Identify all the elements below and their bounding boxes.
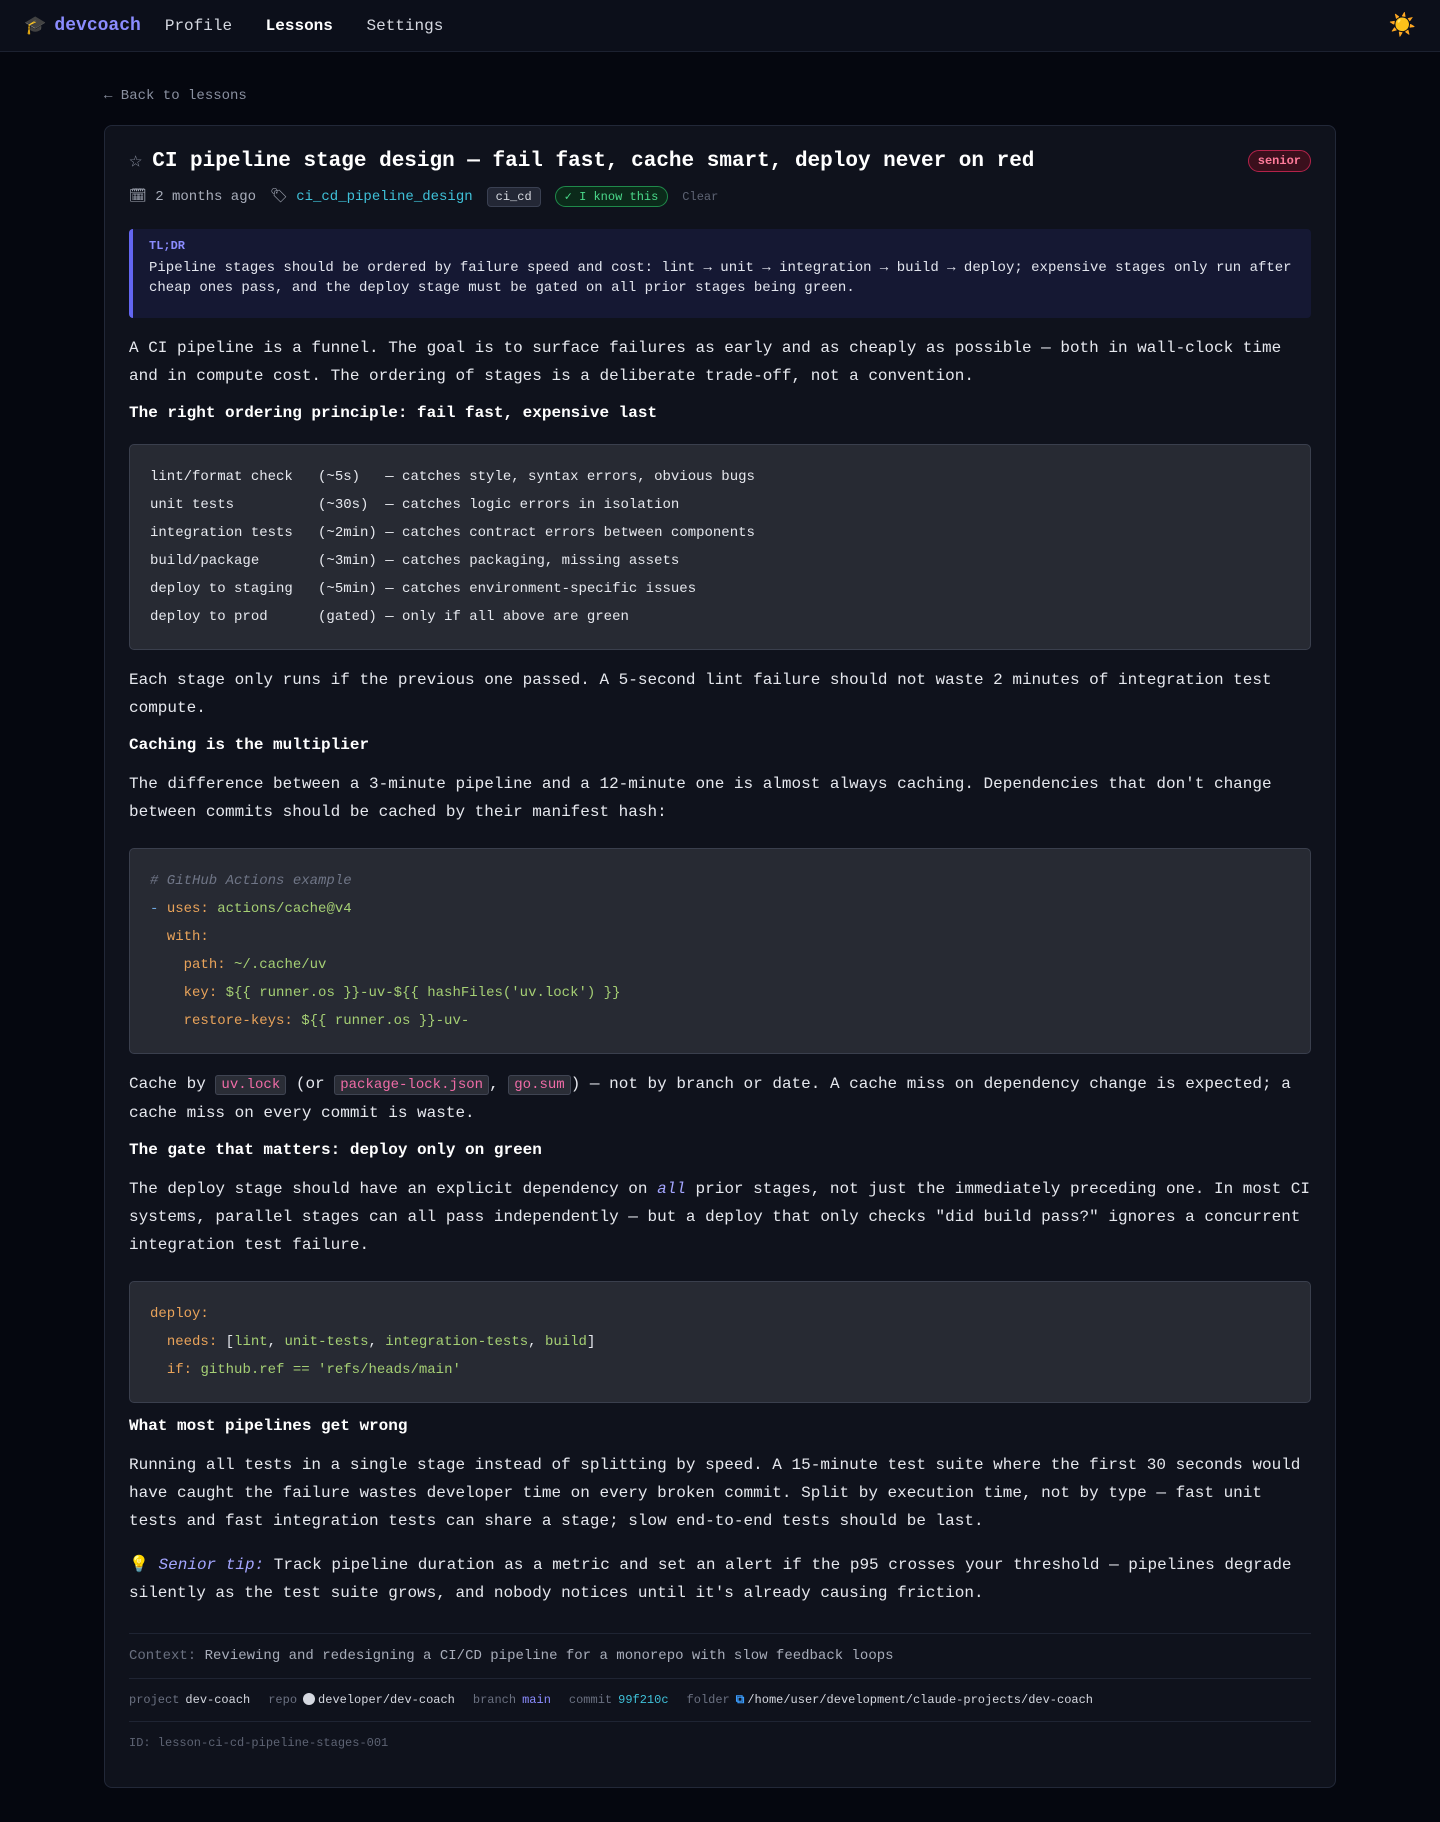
context-row: Context: Reviewing and redesigning a CI/… bbox=[129, 1633, 1311, 1664]
lesson-id: ID: lesson-ci-cd-pipeline-stages-001 bbox=[129, 1721, 1311, 1750]
code-value: unit-tests bbox=[284, 1334, 369, 1350]
code-key: restore-keys: bbox=[183, 1013, 293, 1029]
context-text: Reviewing and redesigning a CI/CD pipeli… bbox=[196, 1648, 894, 1664]
code-value: ~/.cache/uv bbox=[234, 957, 327, 973]
code-value: ${{ runner.os }}-uv-${{ hashFiles('uv.lo… bbox=[225, 985, 621, 1001]
folder-path[interactable]: /home/user/development/claude-projects/d… bbox=[747, 1693, 1093, 1707]
brand[interactable]: 🎓 devcoach bbox=[24, 15, 141, 37]
text-run: (or bbox=[286, 1075, 335, 1093]
code-key: needs: bbox=[166, 1334, 218, 1350]
code-value: build bbox=[544, 1334, 587, 1350]
folder-label: folder bbox=[686, 1693, 730, 1707]
paragraph-wrong: Running all tests in a single stage inst… bbox=[129, 1456, 1301, 1530]
project-label: project bbox=[129, 1693, 180, 1707]
code-line: unit tests (~30s) — catches logic errors… bbox=[150, 497, 680, 513]
title-row: ☆ CI pipeline stage design — fail fast, … bbox=[129, 148, 1311, 174]
code-line: deploy to prod (gated) — only if all abo… bbox=[150, 609, 629, 625]
paragraph-intro: A CI pipeline is a funnel. The goal is t… bbox=[129, 339, 1282, 385]
nav-item-lessons[interactable]: Lessons bbox=[266, 17, 333, 35]
tip-text: Track pipeline duration as a metric and … bbox=[129, 1556, 1292, 1602]
project-field: project dev-coach bbox=[129, 1693, 250, 1707]
code-key: with: bbox=[166, 929, 209, 945]
topic-link[interactable]: ci_cd_pipeline_design bbox=[296, 189, 472, 205]
star-icon[interactable]: ☆ bbox=[129, 148, 142, 174]
paragraph-cache-by: Cache by uv.lock (or package-lock.json, … bbox=[129, 1070, 1311, 1127]
branch-field: branch main bbox=[473, 1693, 551, 1707]
tip-label: Senior tip: bbox=[158, 1556, 265, 1574]
code-value: integration-tests bbox=[385, 1334, 529, 1350]
repo-info-row: project dev-coach repo developer/dev-coach… bbox=[129, 1678, 1311, 1707]
inline-code-uv-lock: uv.lock bbox=[215, 1075, 287, 1095]
inline-code-go-sum: go.sum bbox=[508, 1075, 571, 1095]
tldr-label: TL;DR bbox=[149, 239, 186, 253]
date-meta: 🗓 2 months ago bbox=[129, 188, 256, 205]
emphasis-all: all bbox=[657, 1180, 686, 1198]
code-value: github.ref == 'refs/heads/main' bbox=[200, 1362, 461, 1378]
topic-meta: 🏷 ci_cd_pipeline_design bbox=[270, 188, 473, 205]
code-key: key: bbox=[183, 985, 218, 1001]
heading-caching: Caching is the multiplier bbox=[129, 736, 370, 754]
tldr-box: TL;DR Pipeline stages should be ordered … bbox=[129, 229, 1311, 318]
graduation-cap-icon: 🎓 bbox=[24, 16, 47, 37]
code-block-deploy: deploy: needs: [lint, unit-tests, integr… bbox=[129, 1281, 1311, 1403]
top-nav-bar: 🎓 devcoach Profile Lessons Settings ☀️ bbox=[0, 0, 1440, 52]
code-value: ${{ runner.os }}-uv- bbox=[301, 1013, 470, 1029]
lesson-title: CI pipeline stage design — fail fast, ca… bbox=[152, 149, 1035, 173]
vscode-icon[interactable]: ⧉ bbox=[736, 1693, 745, 1707]
main-nav: Profile Lessons Settings bbox=[165, 17, 467, 35]
commit-field: commit 99f210c bbox=[569, 1693, 669, 1707]
repo-label: repo bbox=[268, 1693, 298, 1707]
lesson-card: ☆ CI pipeline stage design — fail fast, … bbox=[104, 125, 1336, 1788]
inline-code-package-lock: package-lock.json bbox=[334, 1075, 490, 1095]
code-value: lint bbox=[234, 1334, 268, 1350]
branch-label: branch bbox=[472, 1693, 517, 1707]
folder-field: folder ⧉/home/user/development/claude-pro… bbox=[687, 1693, 1093, 1707]
lightbulb-icon: 💡 bbox=[129, 1556, 149, 1574]
category-chip[interactable]: ci_cd bbox=[486, 186, 541, 207]
text-run: , bbox=[489, 1075, 509, 1093]
context-label: Context: bbox=[129, 1648, 197, 1664]
code-line: integration tests (~2min) — catches cont… bbox=[150, 525, 755, 541]
heading-ordering: The right ordering principle: fail fast,… bbox=[129, 404, 658, 422]
heading-wrong: What most pipelines get wrong bbox=[129, 1417, 408, 1435]
github-icon bbox=[303, 1693, 316, 1705]
code-key: deploy: bbox=[150, 1306, 209, 1322]
repo-link[interactable]: developer/dev-coach bbox=[318, 1693, 455, 1707]
calendar-icon: 🗓 bbox=[129, 189, 147, 205]
sun-icon[interactable]: ☀️ bbox=[1389, 13, 1416, 39]
branch-value: main bbox=[522, 1693, 551, 1707]
tldr-text: Pipeline stages should be ordered by fai… bbox=[149, 260, 1292, 296]
repo-field: repo developer/dev-coach bbox=[268, 1693, 455, 1707]
project-value: dev-coach bbox=[185, 1693, 251, 1707]
code-key: path: bbox=[183, 957, 226, 973]
nav-item-settings[interactable]: Settings bbox=[367, 17, 444, 35]
nav-item-profile[interactable]: Profile bbox=[165, 17, 232, 35]
heading-gate: The gate that matters: deploy only on gr… bbox=[129, 1141, 542, 1159]
code-line: deploy to staging (~5min) — catches envi… bbox=[150, 581, 697, 597]
code-key: uses: bbox=[166, 901, 209, 917]
code-block-stages: lint/format check (~5s) — catches style,… bbox=[129, 444, 1311, 650]
code-block-cache: # GitHub Actions example - uses: actions… bbox=[129, 848, 1311, 1054]
back-to-lessons-link[interactable]: ← Back to lessons bbox=[104, 88, 247, 104]
code-key: if: bbox=[166, 1362, 193, 1378]
paragraph-caching: The difference between a 3-minute pipeli… bbox=[129, 775, 1272, 821]
tag-icon: 🏷 bbox=[270, 189, 288, 205]
level-badge: senior bbox=[1247, 150, 1311, 172]
text-run: The deploy stage should have an explicit… bbox=[129, 1180, 658, 1198]
paragraph-stage-runs: Each stage only runs if the previous one… bbox=[129, 671, 1272, 717]
brand-name: devcoach bbox=[54, 15, 141, 36]
senior-tip: 💡 Senior tip: Track pipeline duration as… bbox=[129, 1551, 1311, 1607]
code-value: actions/cache@v4 bbox=[217, 901, 352, 917]
clear-button[interactable]: Clear bbox=[682, 190, 718, 204]
lesson-meta: 🗓 2 months ago 🏷 ci_cd_pipeline_design c… bbox=[129, 186, 1311, 207]
code-line: build/package (~3min) — catches packagin… bbox=[150, 553, 680, 569]
paragraph-gate: The deploy stage should have an explicit… bbox=[129, 1175, 1311, 1259]
commit-link[interactable]: 99f210c bbox=[618, 1693, 668, 1707]
text-run: Cache by bbox=[129, 1075, 216, 1093]
code-line: lint/format check (~5s) — catches style,… bbox=[150, 469, 755, 485]
commit-label: commit bbox=[568, 1693, 613, 1707]
i-know-this-button[interactable]: ✓ I know this bbox=[554, 186, 669, 207]
code-comment: # GitHub Actions example bbox=[150, 873, 352, 889]
lesson-age: 2 months ago bbox=[155, 189, 257, 205]
